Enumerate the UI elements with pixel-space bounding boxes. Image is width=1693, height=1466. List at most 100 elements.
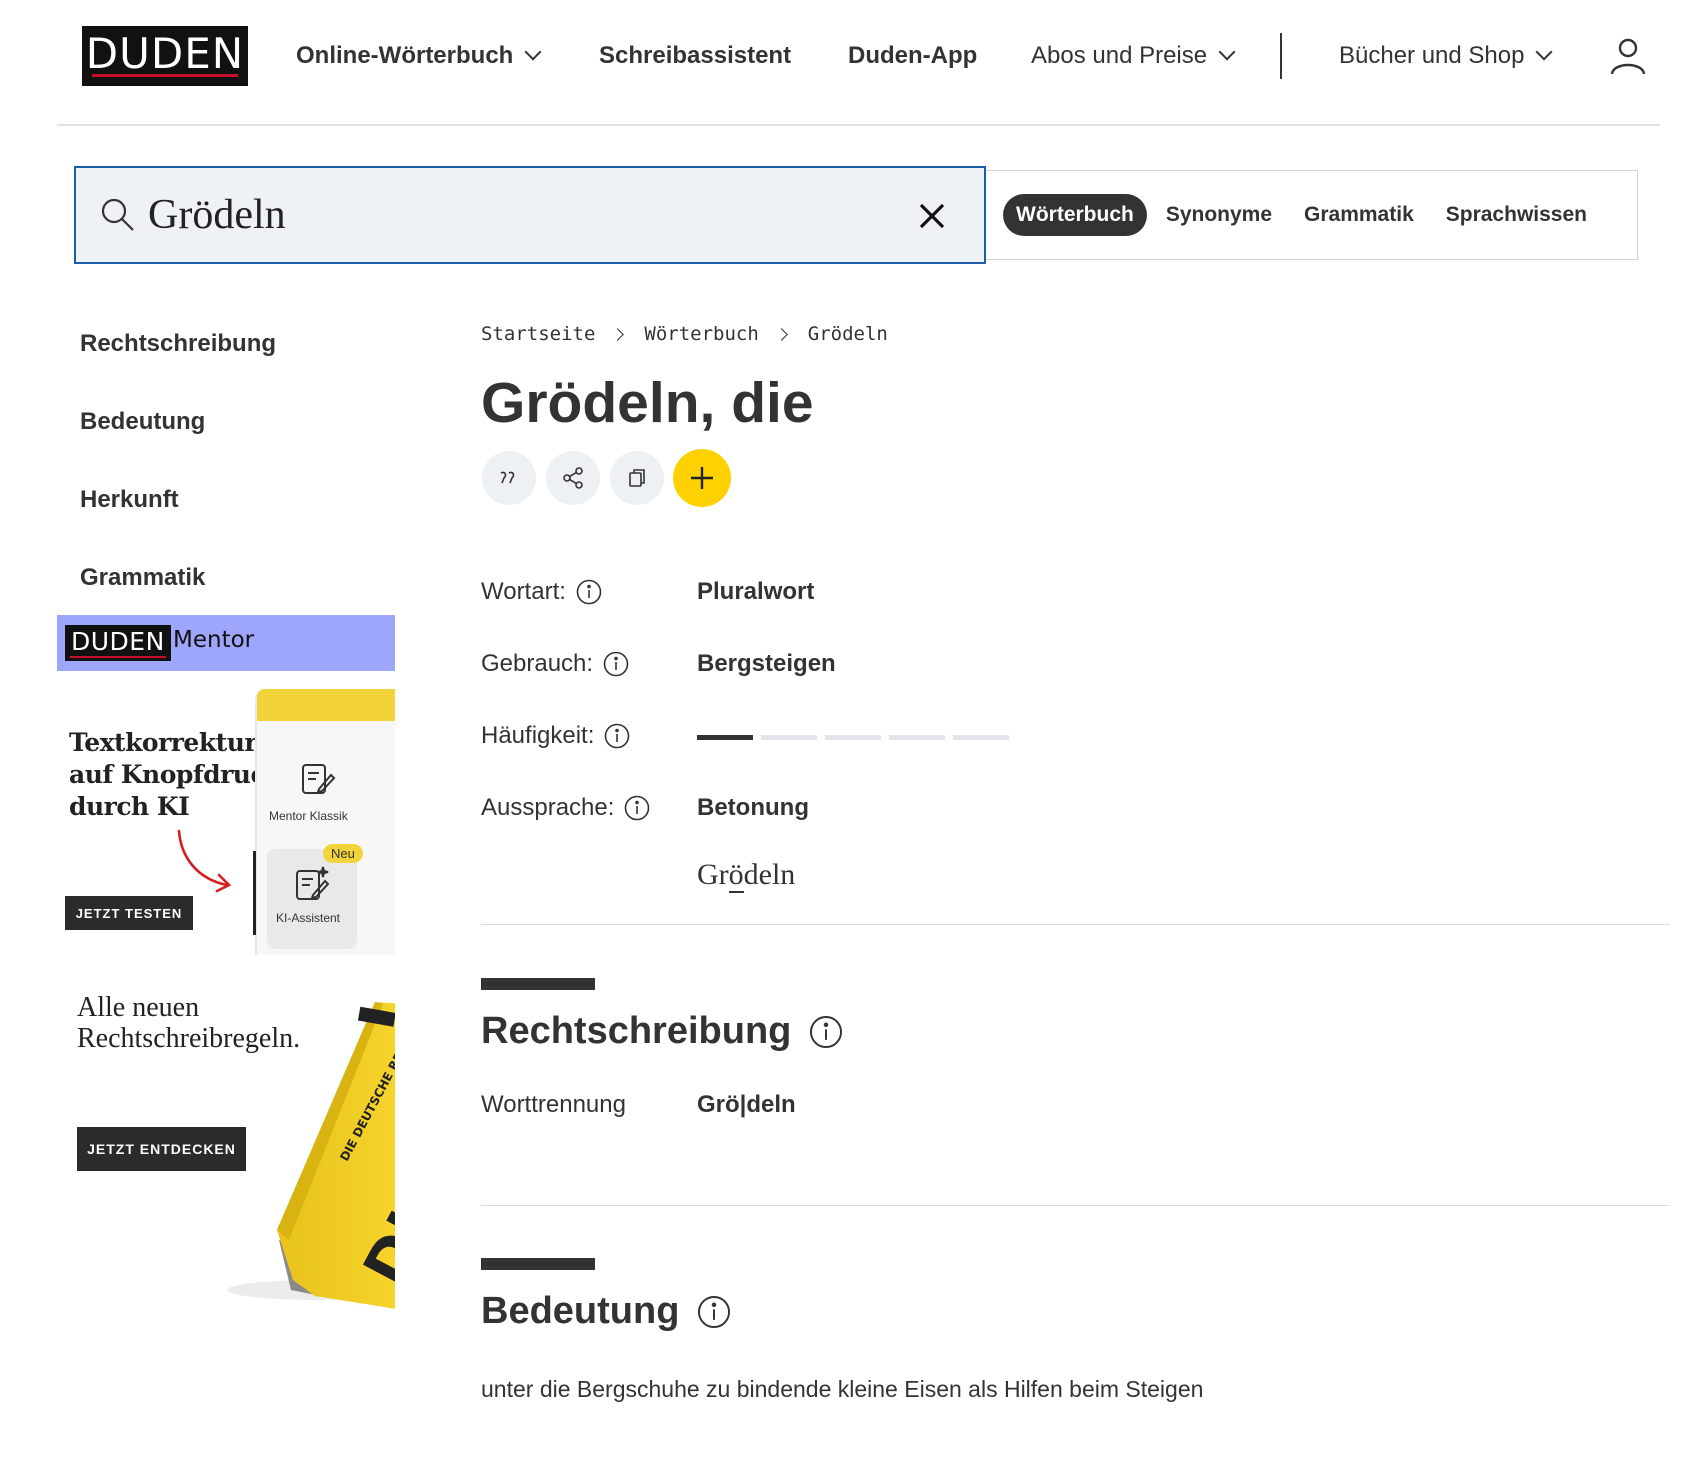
ad-duden-logo: DUDEN xyxy=(65,625,171,661)
ad-brand: Mentor xyxy=(173,627,255,653)
section-divider xyxy=(481,924,1670,925)
info-icon[interactable] xyxy=(624,795,650,821)
panel-item-ki-assistent: KI-Assistent xyxy=(276,911,341,925)
frequency-segment xyxy=(697,735,753,740)
nav-label: Bücher und Shop xyxy=(1339,42,1525,69)
tab-woerterbuch[interactable]: Wörterbuch xyxy=(1003,194,1147,236)
curved-arrow-icon xyxy=(177,829,232,893)
lemma-article: die xyxy=(731,371,814,435)
copy-button[interactable] xyxy=(610,451,664,505)
panel-item-mentor-klassik: Mentor Klassik xyxy=(269,809,348,823)
meaning-text: unter die Bergschuhe zu bindende kleine … xyxy=(481,1376,1204,1402)
magic-edit-icon xyxy=(296,866,330,900)
sidebar-item-rechtschreibung[interactable]: Rechtschreibung xyxy=(80,330,276,358)
search-field[interactable] xyxy=(74,166,986,264)
chevron-down-icon xyxy=(524,43,542,61)
jetzt-testen-button[interactable]: JETZT TESTEN xyxy=(65,896,193,930)
chevron-down-icon xyxy=(1218,43,1236,61)
frequency-segment xyxy=(761,735,817,740)
nav-divider xyxy=(1280,33,1282,79)
breadcrumb: Startseite Wörterbuch Grödeln xyxy=(481,323,888,345)
info-icon[interactable] xyxy=(697,1295,731,1329)
ad-app-panel: Mentor Klassik KI-Assistent xyxy=(255,689,395,955)
chevron-right-icon xyxy=(774,327,788,341)
sidebar-item-grammatik[interactable]: Grammatik xyxy=(80,564,205,592)
new-badge: Neu xyxy=(323,844,363,863)
aussprache-value: Betonung xyxy=(697,794,809,821)
nav-label: Duden-App xyxy=(848,42,978,69)
section-rechtschreibung: Rechtschreibung xyxy=(481,1010,843,1053)
haeufigkeit-label: Häufigkeit: xyxy=(481,722,630,750)
haeufigkeit-label-text: Häufigkeit: xyxy=(481,722,595,749)
aussprache-label-text: Aussprache: xyxy=(481,794,615,821)
breadcrumb-woerterbuch[interactable]: Wörterbuch xyxy=(644,323,758,345)
selection-bar xyxy=(253,851,256,935)
plus-icon xyxy=(691,467,713,489)
ad-rechtschreibung-book[interactable]: Alle neuen Rechtschreibregeln. JETZT ENT… xyxy=(57,990,395,1310)
section-title: Bedeutung xyxy=(481,1290,680,1332)
logo-text: DUDEN xyxy=(85,29,245,78)
nav-buecher-und-shop[interactable]: Bücher und Shop xyxy=(1339,38,1553,74)
share-button[interactable] xyxy=(546,451,600,505)
chevron-down-icon xyxy=(1535,43,1553,61)
page-title: Grödeln, die xyxy=(481,370,814,436)
pronunciation-stress: Grödeln xyxy=(697,858,795,893)
copy-icon xyxy=(629,469,645,487)
nav-schreibassistent[interactable]: Schreibassistent xyxy=(599,38,791,74)
nav-abos-und-preise[interactable]: Abos und Preise xyxy=(1031,38,1236,74)
section-accent-bar xyxy=(481,978,595,990)
info-icon[interactable] xyxy=(809,1015,843,1049)
frequency-segment xyxy=(889,735,945,740)
duden-book-image: DIE DEUTSCHE RECHTSCHREIBUNG DU xyxy=(227,990,395,1309)
nav-label: Schreibassistent xyxy=(599,42,792,69)
wortart-label-text: Wortart: xyxy=(481,578,566,605)
chevron-right-icon xyxy=(611,327,625,341)
sidebar-item-herkunft[interactable]: Herkunft xyxy=(80,486,179,514)
pron-stressed-vowel: ö xyxy=(728,858,744,893)
ad-duden-mentor[interactable]: DUDEN Mentor Textkorrekturen auf Knopfdr… xyxy=(57,615,395,955)
breadcrumb-current: Grödeln xyxy=(807,323,888,345)
nav-duden-app[interactable]: Duden-App xyxy=(848,38,977,74)
gebrauch-label-text: Gebrauch: xyxy=(481,650,594,677)
close-icon[interactable] xyxy=(916,200,948,232)
share-icon xyxy=(563,467,583,489)
wortart-label: Wortart: xyxy=(481,578,602,606)
nav-label: Online-Wörterbuch xyxy=(296,42,514,69)
tab-grammatik[interactable]: Grammatik xyxy=(1291,194,1427,236)
search-input[interactable] xyxy=(148,182,868,248)
search-scope-tabs: Wörterbuch Synonyme Grammatik Sprachwiss… xyxy=(986,170,1638,260)
add-button[interactable] xyxy=(673,449,731,507)
site-header: DUDEN Online-Wörterbuch Schreibassistent… xyxy=(0,0,1693,126)
info-icon[interactable] xyxy=(604,723,630,749)
frequency-meter xyxy=(697,735,1017,740)
search-icon[interactable] xyxy=(100,197,136,233)
ki-assistant-card: KI-Assistent xyxy=(267,849,357,949)
sidebar-item-bedeutung[interactable]: Bedeutung xyxy=(80,408,205,436)
tab-synonyme[interactable]: Synonyme xyxy=(1153,194,1285,236)
tab-sprachwissen[interactable]: Sprachwissen xyxy=(1433,194,1600,236)
quote-icon xyxy=(500,471,515,484)
breadcrumb-startseite[interactable]: Startseite xyxy=(481,323,595,345)
pron-pre: Gr xyxy=(697,858,729,891)
wortart-value: Pluralwort xyxy=(697,578,815,605)
section-accent-bar xyxy=(481,1258,595,1270)
cite-button[interactable] xyxy=(482,451,536,505)
aussprache-label: Aussprache: xyxy=(481,794,650,822)
info-icon[interactable] xyxy=(576,579,602,605)
user-icon[interactable] xyxy=(1608,36,1648,76)
info-icon[interactable] xyxy=(603,651,629,677)
ad-panel-header xyxy=(257,689,395,721)
worttrennung-label: Worttrennung xyxy=(481,1091,626,1118)
edit-document-icon xyxy=(302,764,336,794)
gebrauch-label: Gebrauch: xyxy=(481,650,629,678)
header-divider xyxy=(57,124,1660,126)
duden-logo[interactable]: DUDEN xyxy=(82,26,248,86)
section-title: Rechtschreibung xyxy=(481,1010,792,1052)
nav-online-woerterbuch[interactable]: Online-Wörterbuch xyxy=(296,38,542,74)
nav-label: Abos und Preise xyxy=(1031,42,1208,69)
lemma-word: Grödeln, xyxy=(481,371,716,435)
section-divider xyxy=(481,1205,1670,1206)
gebrauch-value[interactable]: Bergsteigen xyxy=(697,650,836,678)
ad-banner-top: DUDEN Mentor xyxy=(57,615,395,671)
frequency-segment xyxy=(825,735,881,740)
